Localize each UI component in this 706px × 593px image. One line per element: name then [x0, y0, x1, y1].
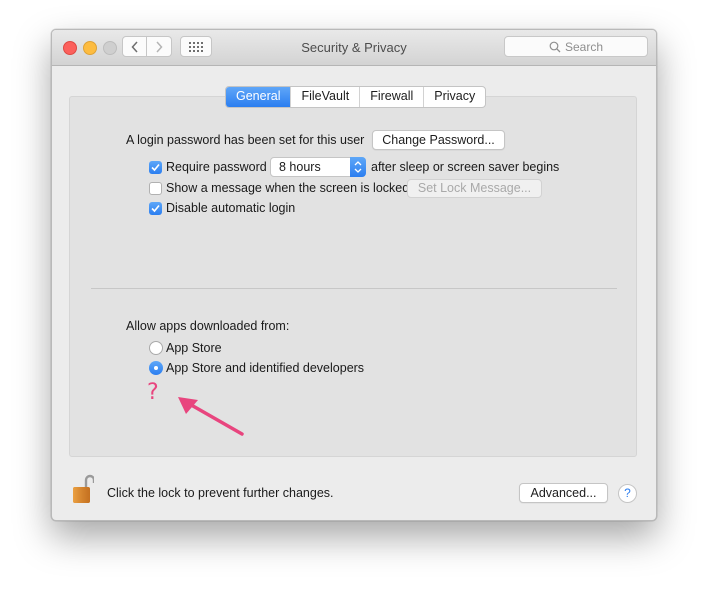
- allow-apps-label: Allow apps downloaded from:: [126, 319, 290, 333]
- search-icon: [549, 41, 561, 52]
- search-field[interactable]: Search: [504, 36, 648, 57]
- set-lock-message-button[interactable]: Set Lock Message...: [407, 179, 542, 198]
- require-password-suffix: after sleep or screen saver begins: [371, 160, 560, 174]
- annotation-arrow-icon: [178, 397, 244, 436]
- require-password-label: Require password: [166, 160, 267, 174]
- radio-app-store-identified-label: App Store and identified developers: [166, 361, 365, 375]
- show-message-checkbox[interactable]: [149, 182, 162, 195]
- tab-firewall[interactable]: Firewall: [359, 87, 423, 107]
- checkmark-icon: [151, 163, 160, 172]
- tab-bar: General FileVault Firewall Privacy: [225, 86, 487, 108]
- security-privacy-window: Security & Privacy Search General FileVa…: [51, 29, 657, 521]
- tab-general[interactable]: General: [226, 87, 291, 107]
- tab-privacy[interactable]: Privacy: [423, 87, 485, 107]
- title-bar: Security & Privacy Search: [52, 30, 656, 66]
- checkmark-icon: [151, 204, 160, 213]
- disable-auto-login-label: Disable automatic login: [166, 201, 296, 215]
- select-stepper-icon: [350, 157, 366, 177]
- radio-app-store-identified[interactable]: [149, 361, 163, 375]
- advanced-button[interactable]: Advanced...: [519, 483, 608, 503]
- change-password-button[interactable]: Change Password...: [372, 130, 505, 150]
- disable-auto-login-checkbox[interactable]: [149, 202, 162, 215]
- login-password-text: A login password has been set for this u…: [126, 133, 365, 147]
- search-placeholder: Search: [564, 39, 604, 54]
- radio-app-store[interactable]: [149, 341, 163, 355]
- section-divider: [91, 288, 617, 289]
- unlocked-padlock-icon[interactable]: [72, 473, 94, 505]
- require-password-interval-select[interactable]: 8 hours: [270, 157, 366, 177]
- annotation-question-mark: ?: [147, 380, 159, 405]
- lock-text: Click the lock to prevent further change…: [107, 486, 334, 500]
- help-button[interactable]: ?: [618, 484, 637, 503]
- radio-app-store-label: App Store: [166, 341, 222, 355]
- require-password-interval-value: 8 hours: [279, 160, 321, 174]
- require-password-checkbox[interactable]: [149, 161, 162, 174]
- show-message-label: Show a message when the screen is locked: [166, 181, 410, 195]
- tab-filevault[interactable]: FileVault: [290, 87, 359, 107]
